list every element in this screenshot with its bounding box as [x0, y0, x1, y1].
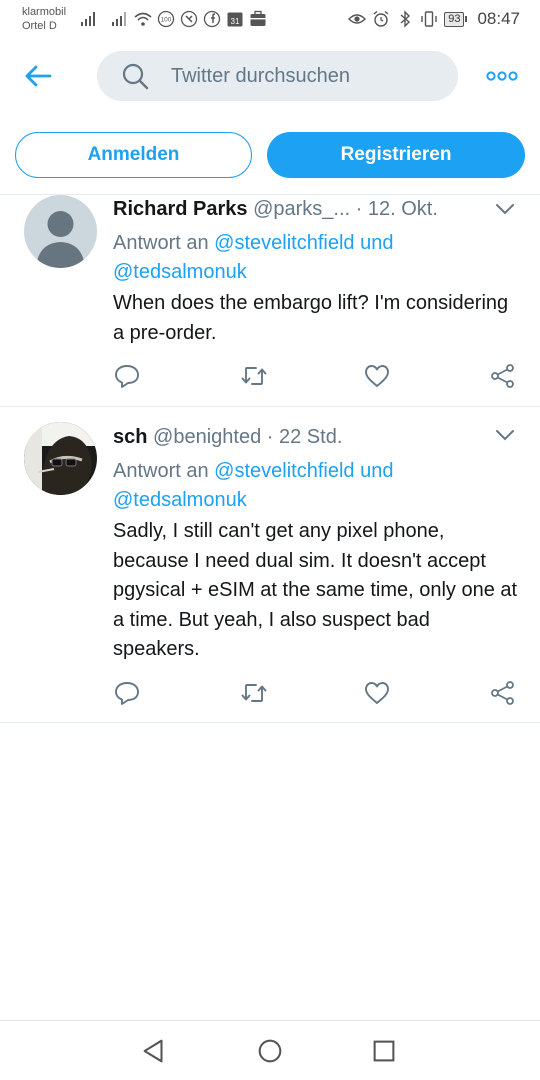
- alarm-icon: [372, 10, 390, 28]
- tweet-header: sch @benighted · 22 Std.: [113, 424, 488, 450]
- notification-count-icon: 100: [157, 10, 175, 28]
- share-icon: [491, 681, 514, 705]
- tweet-actions: [113, 679, 519, 709]
- separator: ·: [266, 426, 274, 448]
- status-bar: klarmobil Ortel D 100 31 93 08:47: [0, 0, 540, 40]
- reply-prefix: Antwort an: [113, 232, 209, 254]
- avatar[interactable]: [24, 422, 97, 495]
- nav-back-button[interactable]: [138, 1035, 170, 1067]
- retweet-icon: [241, 684, 267, 702]
- tweet-content: Antwort an @stevelitchfield und @tedsalm…: [113, 226, 520, 348]
- reply-and[interactable]: und: [360, 460, 393, 482]
- retweet-button[interactable]: [240, 679, 268, 707]
- share-icon: [491, 364, 514, 388]
- back-button[interactable]: [20, 58, 56, 94]
- tweet-header: Richard Parks @parks_... · 12. Okt.: [113, 196, 488, 222]
- triangle-back-icon: [143, 1039, 163, 1063]
- separator: ·: [355, 198, 363, 220]
- share-button[interactable]: [489, 362, 517, 390]
- tweet-menu-caret[interactable]: [494, 201, 516, 217]
- mention-link[interactable]: @stevelitchfield: [214, 460, 354, 482]
- reply-and[interactable]: und: [360, 232, 393, 254]
- calendar-icon: 31: [226, 10, 244, 28]
- tweet[interactable]: sch @benighted · 22 Std. Antwort an @ste…: [0, 407, 540, 722]
- chevron-down-icon: [496, 430, 514, 441]
- carrier-line-1: klarmobil: [22, 6, 67, 18]
- tweet-menu-caret[interactable]: [494, 427, 516, 443]
- tweet-actions: [113, 362, 519, 392]
- comment-icon: [115, 682, 139, 705]
- briefcase-icon: [249, 10, 267, 28]
- carrier-line-2: Ortel D: [22, 20, 57, 32]
- author-handle[interactable]: @benighted: [153, 426, 261, 448]
- comment-icon: [115, 365, 139, 388]
- system-navigation-bar: [0, 1020, 540, 1080]
- reply-prefix: Antwort an: [113, 460, 209, 482]
- tweet-body: Richard Parks @parks_... · 12. Okt.: [113, 196, 488, 222]
- like-button[interactable]: [363, 679, 391, 707]
- battery-level: 93: [444, 11, 465, 27]
- chevron-down-icon: [496, 204, 514, 215]
- timestamp[interactable]: 22 Std.: [279, 426, 342, 448]
- arrow-left-icon: [25, 65, 52, 87]
- login-button[interactable]: Anmelden: [15, 132, 252, 178]
- bluetooth-icon: [396, 10, 414, 28]
- reply-button[interactable]: [113, 362, 141, 390]
- retweet-icon: [241, 367, 267, 385]
- author-handle[interactable]: @parks_...: [253, 198, 350, 220]
- square-recents-icon: [373, 1040, 395, 1062]
- clock: 08:47: [477, 9, 520, 28]
- share-button[interactable]: [489, 679, 517, 707]
- search-bar[interactable]: [97, 51, 458, 101]
- carrier-label: klarmobil Ortel D: [22, 5, 66, 33]
- reply-context: Antwort an @stevelitchfield und @tedsalm…: [113, 229, 520, 287]
- like-button[interactable]: [363, 362, 391, 390]
- top-navigation: [0, 40, 540, 110]
- tweet-text: Sadly, I still can't get any pixel phone…: [113, 520, 518, 660]
- author-name[interactable]: sch: [113, 426, 147, 448]
- signal-icon-2: [111, 10, 129, 28]
- search-icon: [122, 63, 149, 90]
- search-input[interactable]: [171, 64, 431, 88]
- more-dots-icon: [486, 71, 518, 81]
- status-left-icons: 100 31: [80, 9, 267, 29]
- reply-context: Antwort an @stevelitchfield und @tedsalm…: [113, 457, 520, 515]
- heart-icon: [365, 365, 389, 387]
- signal-icon: [80, 10, 98, 28]
- mention-link[interactable]: @tedsalmonuk: [113, 261, 247, 283]
- mention-link[interactable]: @stevelitchfield: [214, 232, 354, 254]
- calendar-day-text: 31: [231, 17, 240, 26]
- tweet-text: When does the embargo lift? I'm consider…: [113, 292, 509, 344]
- retweet-button[interactable]: [240, 362, 268, 390]
- tweet-body: sch @benighted · 22 Std.: [113, 424, 488, 450]
- nav-home-button[interactable]: [254, 1035, 286, 1067]
- auth-bar: Anmelden Registrieren: [0, 110, 540, 195]
- avatar[interactable]: [24, 195, 97, 268]
- mention-link[interactable]: @tedsalmonuk: [113, 489, 247, 511]
- tweet-content: Antwort an @stevelitchfield und @tedsalm…: [113, 454, 520, 665]
- shield-icon: [180, 10, 198, 28]
- notification-count-text: 100: [161, 17, 172, 24]
- heart-icon: [365, 682, 389, 704]
- nav-recents-button[interactable]: [368, 1035, 400, 1067]
- wifi-icon: [134, 10, 152, 28]
- divider: [0, 722, 540, 723]
- default-avatar-icon: [24, 195, 97, 268]
- timestamp[interactable]: 12. Okt.: [368, 198, 438, 220]
- eye-icon: [348, 10, 367, 28]
- more-button[interactable]: [484, 64, 520, 88]
- circle-home-icon: [258, 1039, 282, 1063]
- reply-button[interactable]: [113, 679, 141, 707]
- user-photo-icon: [24, 422, 97, 495]
- vibrate-icon: [420, 10, 438, 28]
- tweet[interactable]: Richard Parks @parks_... · 12. Okt. Antw…: [0, 195, 540, 406]
- battery-icon: 93: [444, 11, 468, 27]
- author-name[interactable]: Richard Parks: [113, 198, 248, 220]
- facebook-icon: [203, 10, 221, 28]
- status-right-icons: 93 08:47: [348, 8, 520, 30]
- register-button[interactable]: Registrieren: [267, 132, 525, 178]
